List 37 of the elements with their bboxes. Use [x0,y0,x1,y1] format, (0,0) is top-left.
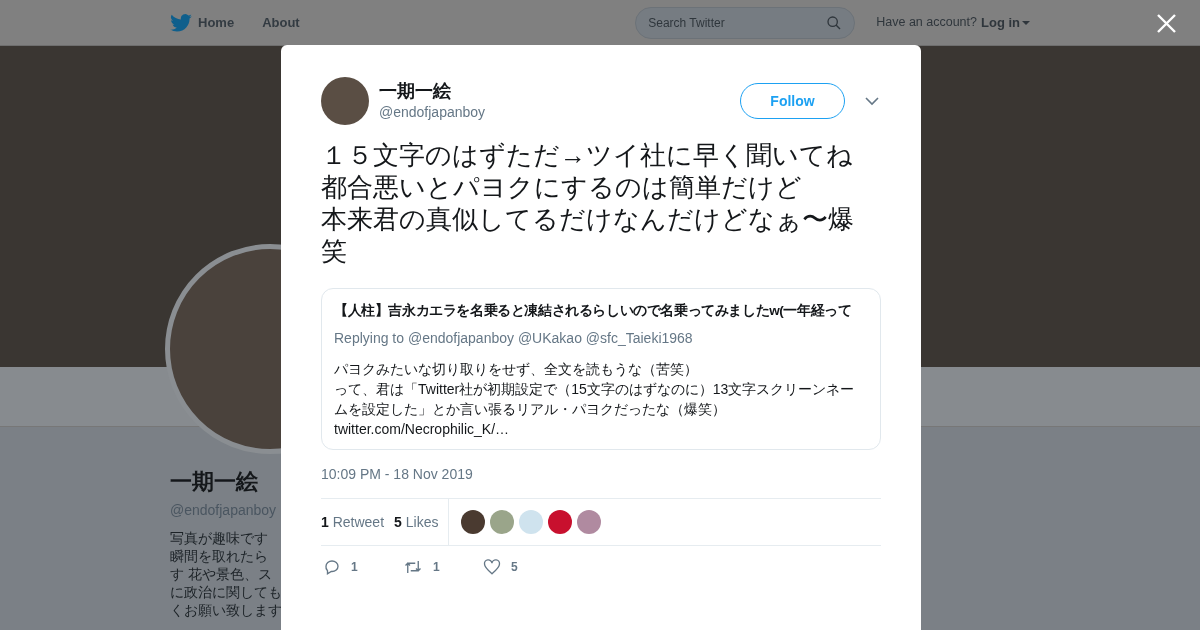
bio-line: 瞬間を取れたら [170,547,268,565]
user-name[interactable]: 一期一絵 [379,79,486,102]
stat-link[interactable]: 5 Likes [394,511,439,533]
quoted-tweet-card[interactable] [321,288,881,451]
caret-icon [1022,19,1030,26]
speech-bubble-icon[interactable] [323,558,341,577]
quoted-tweet-title: 【人柱】吉永カエラを名乗ると凍結されるらしいので名乗ってみましたw(一年経って [334,302,853,320]
search-input[interactable]: Search Twitter [648,13,827,32]
quoted-link[interactable]: twitter.com/Necrophilic_K/… [334,419,868,440]
user-handle[interactable]: @endofjapanboy [379,101,486,123]
action-count: 1 [433,559,440,577]
liker-avatar[interactable] [461,510,486,535]
bio-line: す 花や景色、ス [170,565,272,583]
login-link[interactable]: Log in [981,12,1030,33]
replying-to-line: Replying to @endofjapanboy @UKakao @sfc_Taieki1968 [334,329,694,349]
close-icon[interactable] [1157,14,1176,33]
about-link[interactable]: About [262,12,300,33]
search-icon[interactable] [826,14,843,31]
action-count: 1 [351,559,358,577]
account-prompt: Have an account? [876,14,977,32]
quoted-tweet-text: パヨクみたいな切り取りをせず、全文を読もうな（苦笑） [334,360,699,380]
heart-icon[interactable] [483,558,501,577]
tweet-text-line: １５文字のはずただ→ツイ社に早く聞いてね [321,139,854,171]
user-avatar[interactable] [321,77,369,125]
tweet-text-line: 都合悪いとパヨクにするのは簡単だけど [321,171,803,203]
stat-link[interactable]: 1 Retweet [321,511,385,533]
search-field[interactable]: Search Twitter [635,6,856,39]
action-count: 5 [511,559,518,577]
tweet-text-line: 本来君の真似してるだけなんだけどなぁ〜爆笑 [321,203,855,267]
bio-line: に政治に関しても [170,583,282,601]
chevron-down-icon[interactable] [865,96,879,106]
profile-name: 一期一絵 [170,468,258,496]
bio-line: くお願い致します [170,601,282,619]
tweet-timestamp: 10:09 PM - 18 Nov 2019 [321,465,474,485]
liker-avatar[interactable] [548,510,573,535]
bio-line: 写真が趣味です [170,529,268,547]
home-link[interactable]: Home [198,12,235,33]
